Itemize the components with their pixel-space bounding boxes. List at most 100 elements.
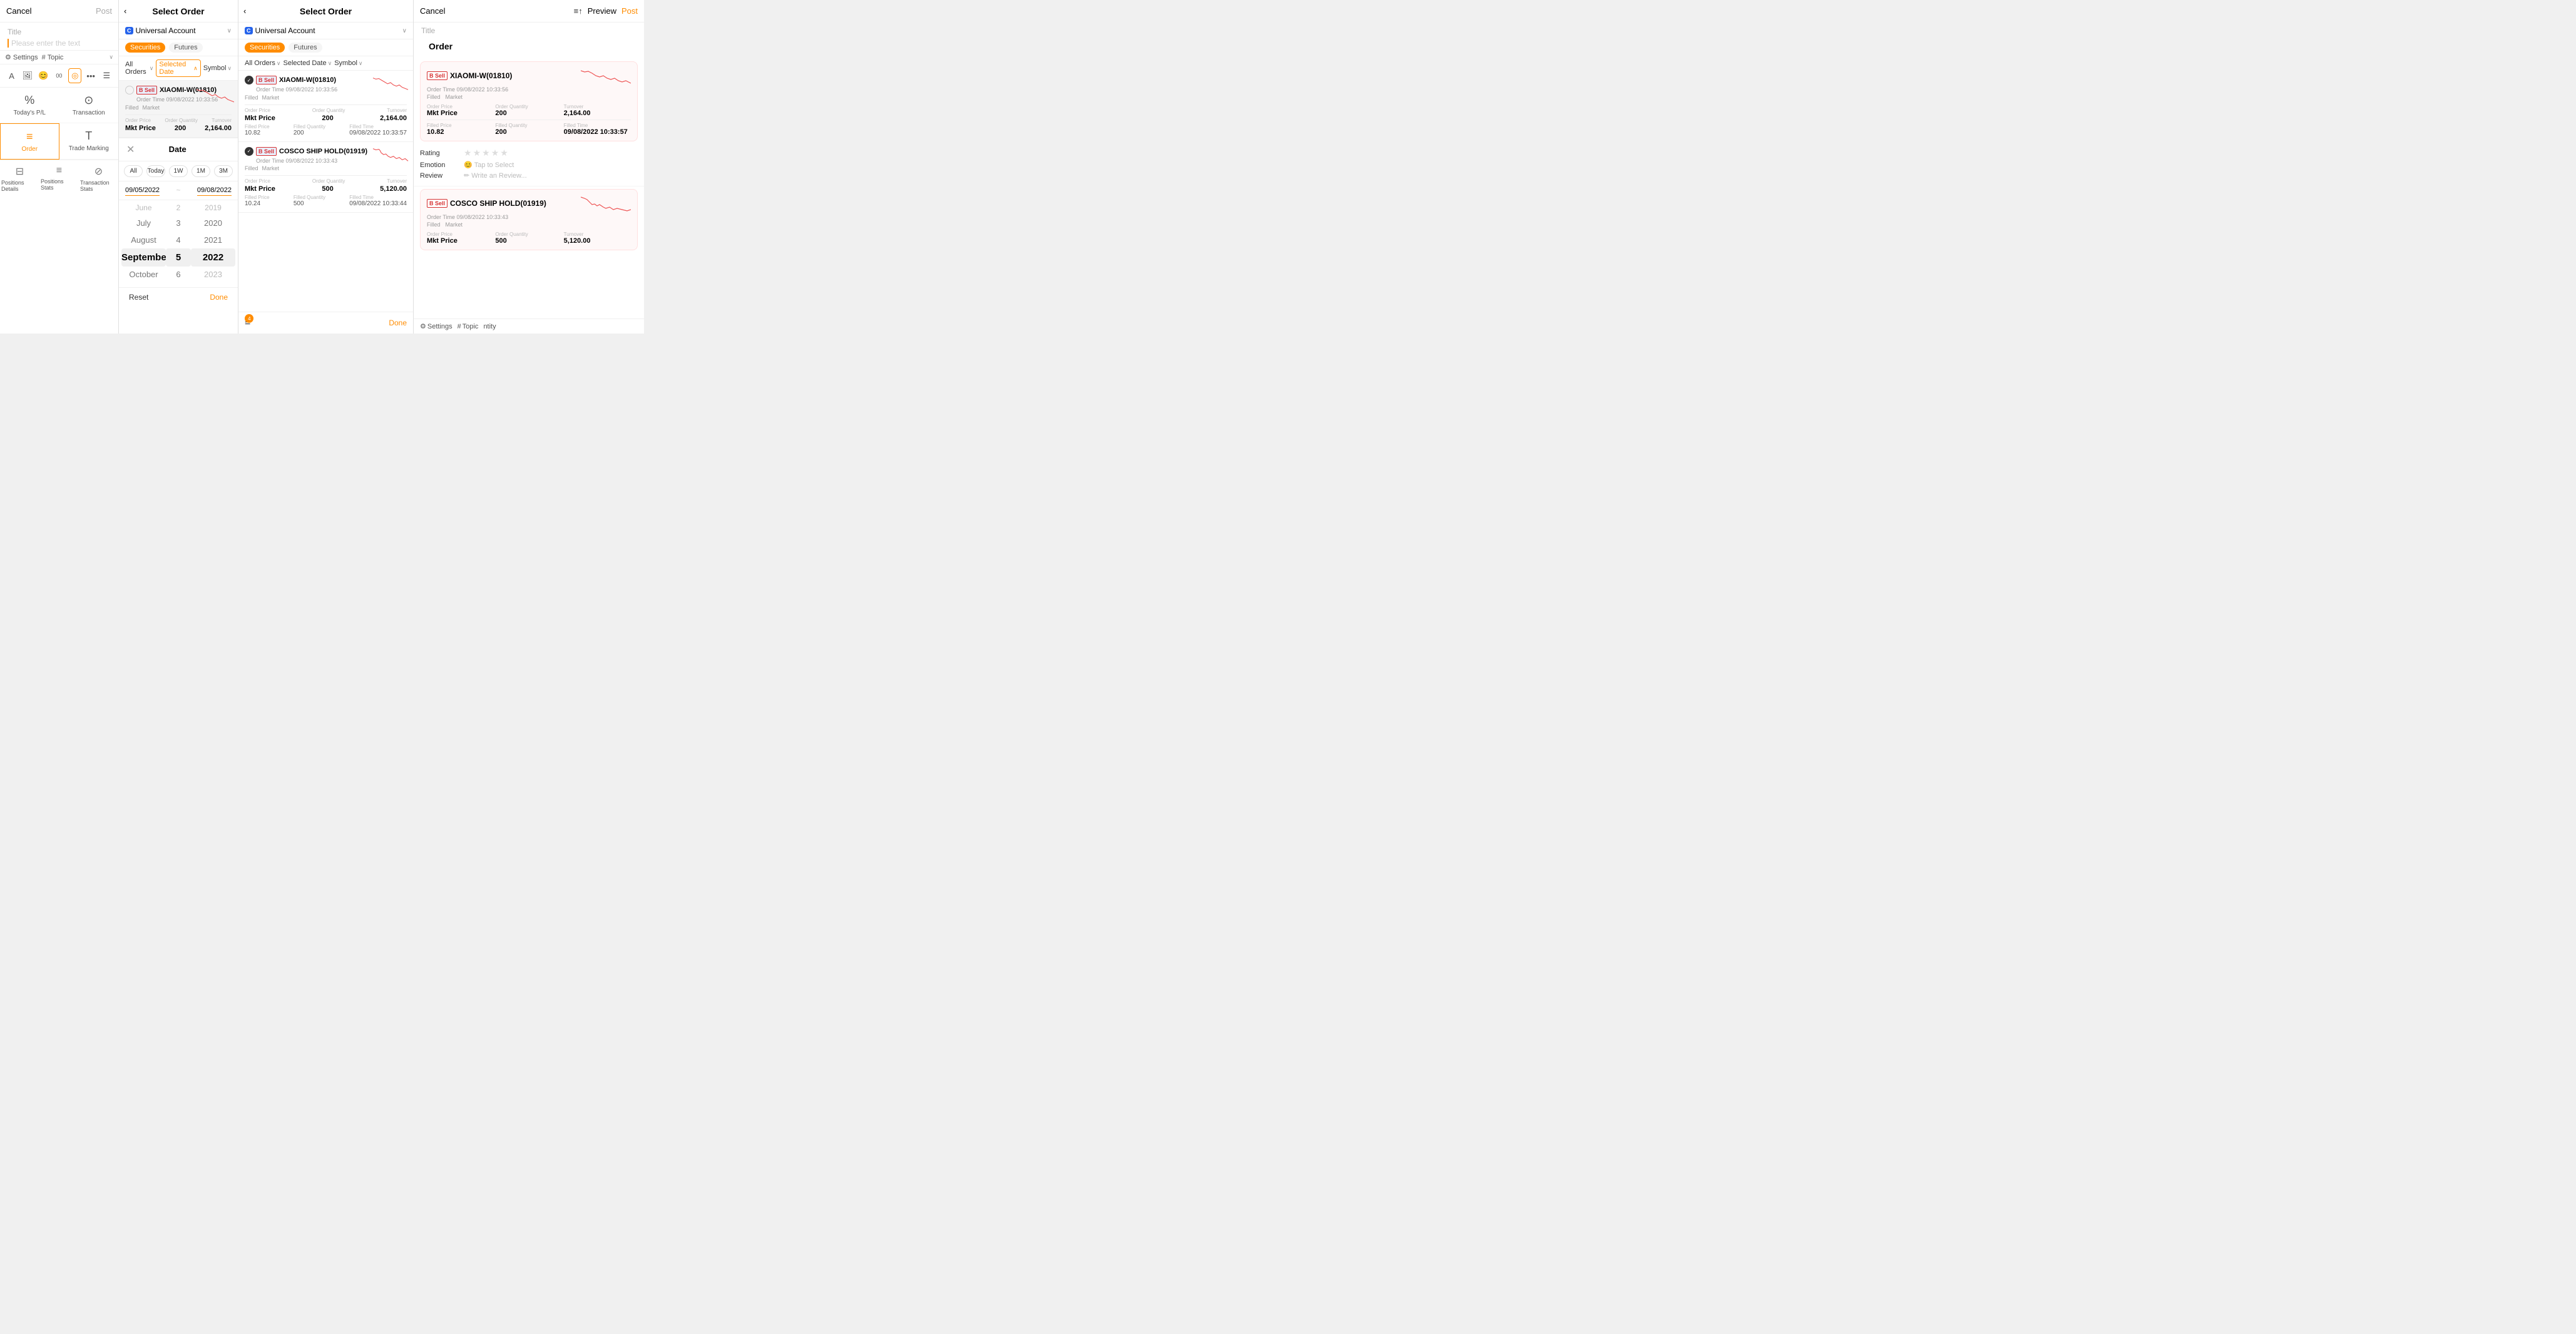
panel4-quantity-label: ntity [483, 323, 496, 330]
panel4-emotion-select[interactable]: 😊 Tap to Select [464, 161, 514, 169]
post-button[interactable]: Post [96, 6, 112, 16]
filter-all-orders[interactable]: All Orders ∨ [125, 61, 153, 76]
panel4-order1-qty-label: Order Quantity [495, 104, 562, 109]
positions-stats-icon: ≡ [56, 165, 62, 176]
positions-details-label: Positions Details [1, 180, 38, 192]
widget-trade-marking[interactable]: T Trade Marking [59, 123, 119, 160]
panel3-filter-futures[interactable]: Futures [289, 43, 322, 53]
date-done-button[interactable]: Done [210, 293, 228, 302]
panel4-order2-turnover-col: Turnover 5,120.00 [564, 232, 631, 245]
panel4-order2-qty-value: 500 [495, 237, 562, 245]
toolbar-text-icon[interactable]: A [5, 68, 18, 83]
panel3-filter-selected-date[interactable]: Selected Date ∨ [284, 59, 332, 67]
sell-badge: B Sell [136, 86, 157, 94]
panel3-back-button[interactable]: ‹ [243, 6, 246, 16]
panel3-account-selector[interactable]: C Universal Account ∨ [238, 23, 413, 39]
panel3-order1-filled-time-label: Filled Time [349, 124, 407, 130]
order-count-badge: 4 [245, 314, 253, 323]
settings-item[interactable]: ⚙ Settings [5, 53, 38, 61]
panel3-account-chevron: ∨ [402, 28, 407, 34]
toolbar-format-icon[interactable]: ☰ [100, 68, 113, 83]
scroll-picker[interactable]: June July August September October Novem… [119, 200, 238, 288]
date-today-btn[interactable]: Today [146, 165, 165, 177]
toolbar-more-icon[interactable]: ••• [84, 68, 97, 83]
date-picker-title: Date [169, 145, 187, 154]
order-price-values: Mkt Price 200 2,164.00 [125, 125, 232, 132]
widget-pnl[interactable]: % Today's P/L [0, 88, 59, 123]
panel3-filter-securities[interactable]: Securities [245, 43, 285, 53]
widget-transaction-stats[interactable]: ⊘ Transaction Stats [79, 160, 118, 196]
widget-order[interactable]: ≡ Order [0, 123, 59, 160]
panel3-filter-symbol[interactable]: Symbol ∨ [334, 59, 362, 67]
date-3m-btn[interactable]: 3M [214, 165, 233, 177]
panel4-review-input[interactable]: ✏ Write an Review... [464, 171, 527, 180]
date-1m-btn[interactable]: 1M [192, 165, 210, 177]
panel3-order2-status1: Filled [245, 165, 258, 171]
panel3-order1-filled-time: 09/08/2022 10:33:57 [349, 130, 407, 136]
date-all-btn[interactable]: All [124, 165, 143, 177]
toolbar-chart-icon[interactable]: ◎ [68, 68, 81, 83]
order-radio[interactable] [125, 86, 134, 94]
panel3-order-card-1[interactable]: ✓ B Sell XIAOMI-W(01810) Order Time 09/0… [238, 71, 413, 142]
widget-transaction-label: Transaction [73, 109, 105, 116]
filter-tab-futures[interactable]: Futures [169, 43, 202, 53]
toolbar-image-icon[interactable]: 🖼 [21, 68, 34, 83]
list-icon-button[interactable]: ≡ 4 [245, 317, 250, 328]
settings-left: ⚙ Settings # Topic [5, 53, 63, 61]
filter-selected-date[interactable]: Selected Date ∧ [156, 59, 200, 77]
panel3-order2-price-labels: Order Price Order Quantity Turnover [245, 178, 407, 184]
toolbar-emoji-icon[interactable]: 😊 [37, 68, 50, 83]
date-range-start[interactable]: 09/05/2022 [125, 185, 160, 196]
panel4-cancel-button[interactable]: Cancel [420, 6, 445, 16]
day-column[interactable]: 2 3 4 5 6 7 8 [166, 200, 191, 287]
star-3[interactable]: ★ [482, 148, 490, 158]
panel4-gear-icon: ⚙ [420, 322, 426, 330]
star-1[interactable]: ★ [464, 148, 472, 158]
widget-positions-stats[interactable]: ≡ Positions Stats [39, 160, 79, 196]
date-close-button[interactable]: ✕ [126, 143, 135, 156]
widget-transaction[interactable]: ⊙ Transaction [59, 88, 119, 123]
date-range-end[interactable]: 09/08/2022 [197, 185, 232, 196]
widget-positions-details[interactable]: ⊟ Positions Details [0, 160, 39, 196]
panel4-hashtag-icon: # [457, 323, 461, 330]
panel4-topic-item[interactable]: # Topic [457, 323, 479, 330]
date-reset-button[interactable]: Reset [129, 293, 148, 302]
panel3-order2-check[interactable]: ✓ [245, 147, 253, 156]
panel4-settings-item[interactable]: ⚙ Settings [420, 322, 452, 330]
filter-tab-securities[interactable]: Securities [125, 43, 165, 53]
star-5[interactable]: ★ [500, 148, 508, 158]
panel4-stars[interactable]: ★ ★ ★ ★ ★ [464, 148, 508, 158]
panel4-order2-price-value: Mkt Price [427, 237, 494, 245]
panel4-order2-left: B Sell COSCO SHIP HOLD(01919) [427, 199, 546, 208]
panel3-order1-sell-badge: B Sell [256, 76, 277, 84]
panel3-order1-check[interactable]: ✓ [245, 76, 253, 84]
panel3-filter-all-orders[interactable]: All Orders ∨ [245, 59, 281, 67]
panel4-post-button[interactable]: Post [621, 6, 638, 16]
filter-symbol[interactable]: Symbol ∨ [203, 64, 232, 72]
day-2: 2 [166, 200, 191, 216]
topic-item[interactable]: # Topic [42, 54, 64, 61]
selected-date-chevron: ∧ [193, 65, 198, 72]
order-icon: ≡ [26, 130, 33, 143]
title-input[interactable]: Please enter the text [8, 39, 111, 48]
star-2[interactable]: ★ [473, 148, 481, 158]
panel4-preview-button[interactable]: Preview [588, 6, 616, 16]
year-2024: 2024 [191, 283, 235, 287]
panel3-done-button[interactable]: Done [389, 318, 407, 327]
order-card-xiaomi[interactable]: B Sell XIAOMI-W(01810) Order Time 09/08/… [119, 81, 238, 138]
panel4-order1-price-label: Order Price [427, 104, 494, 109]
panel4-order1-left: B Sell XIAOMI-W(01810) [427, 71, 512, 80]
date-1w-btn[interactable]: 1W [169, 165, 188, 177]
panel3-order1-filled: Filled Price 10.82 Filled Quantity 200 F… [245, 124, 407, 136]
year-column[interactable]: 2019 2020 2021 2022 2023 2024 2025 [191, 200, 235, 287]
toolbar-media-icon[interactable]: 00 [53, 68, 66, 83]
panel4-order2-price-row: Order Price Mkt Price Order Quantity 500… [427, 232, 631, 245]
account-selector[interactable]: C Universal Account ∨ [119, 23, 238, 39]
trade-marking-icon: T [85, 130, 92, 143]
back-button[interactable]: ‹ [124, 6, 126, 16]
star-4[interactable]: ★ [491, 148, 499, 158]
filter-tabs: Securities Futures [119, 39, 238, 56]
cancel-button[interactable]: Cancel [6, 6, 31, 16]
panel3-order-card-2[interactable]: ✓ B Sell COSCO SHIP HOLD(01919) Order Ti… [238, 142, 413, 213]
month-column[interactable]: June July August September October Novem… [121, 200, 166, 287]
